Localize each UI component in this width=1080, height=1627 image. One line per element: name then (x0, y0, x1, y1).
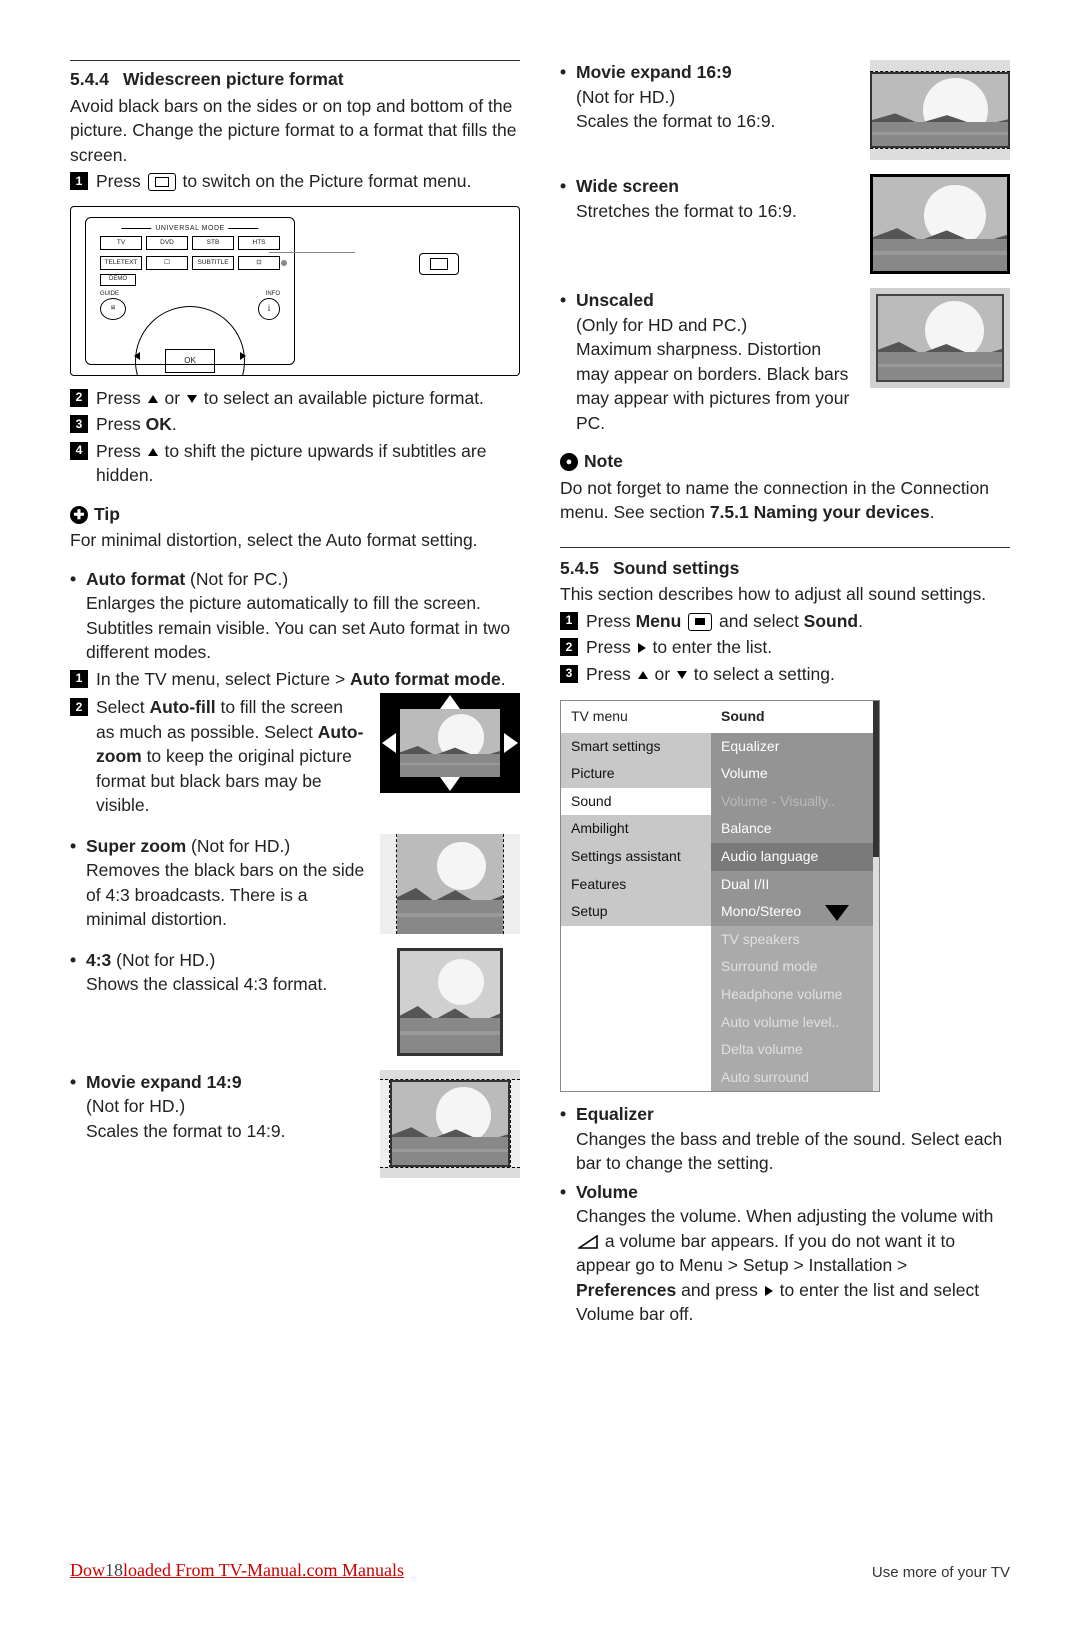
note-heading: ●Note (560, 449, 1010, 474)
m149-thumb (380, 1070, 520, 1178)
m149-row: Movie expand 14:9 (Not for HD.) Scales t… (70, 1070, 520, 1178)
menu-icon (688, 613, 712, 631)
step-1: 1 Press to switch on the Picture format … (70, 169, 520, 194)
rule (70, 60, 520, 61)
intro-text: Avoid black bars on the sides or on top … (70, 94, 520, 168)
menu-screenshot: TV menu Smart settings Picture Sound Amb… (560, 700, 880, 1092)
down-arrow-icon (825, 905, 849, 921)
intro: This section describes how to adjust all… (560, 582, 1010, 607)
equalizer-item: Equalizer Changes the bass and treble of… (560, 1102, 1010, 1176)
volume-item: Volume Changes the volume. When adjustin… (560, 1180, 1010, 1327)
substep-1: 1 In the TV menu, select Picture > Auto … (70, 667, 520, 692)
up-icon (148, 448, 158, 456)
m169-thumb (870, 60, 1010, 160)
volume-slider-icon (578, 1235, 598, 1249)
down-icon (677, 671, 687, 679)
footer-source-link[interactable]: Dow18loaded From TV-Manual.com Manuals (70, 1558, 404, 1583)
unscaled-row: Unscaled (Only for HD and PC.) Maximum s… (560, 288, 1010, 435)
rule (560, 547, 1010, 548)
tip-text: For minimal distortion, select the Auto … (70, 528, 520, 553)
scrollbar (873, 701, 879, 1091)
section-heading: 5.4.4Widescreen picture format (70, 67, 520, 92)
s545-2: 2 Press to enter the list. (560, 635, 1010, 660)
page-footer: Dow18loaded From TV-Manual.com Manuals U… (70, 1558, 1010, 1583)
wide-thumb (870, 174, 1010, 274)
left-column: 5.4.4Widescreen picture format Avoid bla… (70, 60, 520, 1327)
section-heading: 5.4.5Sound settings (560, 556, 1010, 581)
remote-diagram: UNIVERSAL MODE TV DVD STB HTS TELETEXT ☐… (70, 206, 520, 376)
right-icon (638, 643, 646, 653)
step-badge: 1 (70, 172, 88, 190)
note-text: Do not forget to name the connection in … (560, 476, 1010, 525)
tip-heading: ✚Tip (70, 502, 520, 527)
m169-row: Movie expand 16:9 (Not for HD.) Scales t… (560, 60, 1010, 160)
step-3: 3 Press OK. (70, 412, 520, 437)
right-column: Movie expand 16:9 (Not for HD.) Scales t… (560, 60, 1010, 1327)
superzoom-thumb (380, 834, 520, 934)
format-icon (148, 173, 176, 191)
s545-1: 1 Press Menu and select Sound. (560, 609, 1010, 634)
down-icon (187, 395, 197, 403)
up-icon (148, 395, 158, 403)
note-icon: ● (560, 453, 578, 471)
f43-thumb (380, 948, 520, 1056)
tip-icon: ✚ (70, 506, 88, 524)
auto-fill-row: 2 Select Auto-fill to fill the screen as… (70, 693, 520, 820)
super-zoom-row: Super zoom (Not for HD.) Removes the bla… (70, 834, 520, 934)
format-icon (419, 253, 459, 275)
up-icon (638, 671, 648, 679)
wide-row: Wide screen Stretches the format to 16:9… (560, 174, 1010, 274)
auto-format-item: Auto format (Not for PC.) Enlarges the p… (70, 567, 520, 665)
auto-thumb (380, 693, 520, 793)
footer-title: Use more of your TV (872, 1562, 1010, 1583)
unscaled-thumb (870, 288, 1010, 388)
f43-row: 4:3 (Not for HD.) Shows the classical 4:… (70, 948, 520, 1056)
step-2: 2 Press or to select an available pictur… (70, 386, 520, 411)
s545-3: 3 Press or to select a setting. (560, 662, 1010, 687)
step-4: 4 Press to shift the picture upwards if … (70, 439, 520, 488)
right-icon (765, 1286, 773, 1296)
